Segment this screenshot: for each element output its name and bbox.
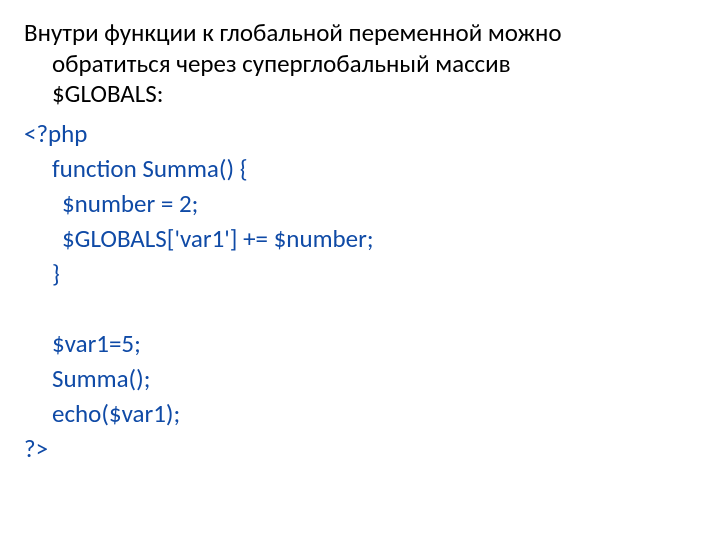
code-close-tag: ?> bbox=[24, 431, 684, 466]
code-block: <?php function Summa() { $number = 2; $G… bbox=[24, 116, 684, 466]
intro-line-1: Внутри функции к глобальной переменной м… bbox=[24, 17, 562, 48]
code-line-3: $GLOBALS['var1'] += $number; bbox=[24, 221, 684, 256]
intro-line-2: обратиться через суперглобальный массив bbox=[24, 49, 684, 80]
slide: Внутри функции к глобальной переменной м… bbox=[0, 0, 720, 540]
code-line-7: echo($var1); bbox=[24, 396, 684, 431]
intro-paragraph: Внутри функции к глобальной переменной м… bbox=[24, 18, 684, 110]
code-line-5: $var1=5; bbox=[24, 326, 684, 361]
code-blank bbox=[24, 291, 684, 326]
code-line-4: } bbox=[24, 256, 684, 291]
code-line-1: function Summa() { bbox=[24, 151, 684, 186]
code-line-6: Summa(); bbox=[24, 361, 684, 396]
code-line-2: $number = 2; bbox=[24, 186, 684, 221]
code-open-tag: <?php bbox=[24, 116, 684, 151]
intro-line-3: $GLOBALS: bbox=[24, 79, 684, 110]
